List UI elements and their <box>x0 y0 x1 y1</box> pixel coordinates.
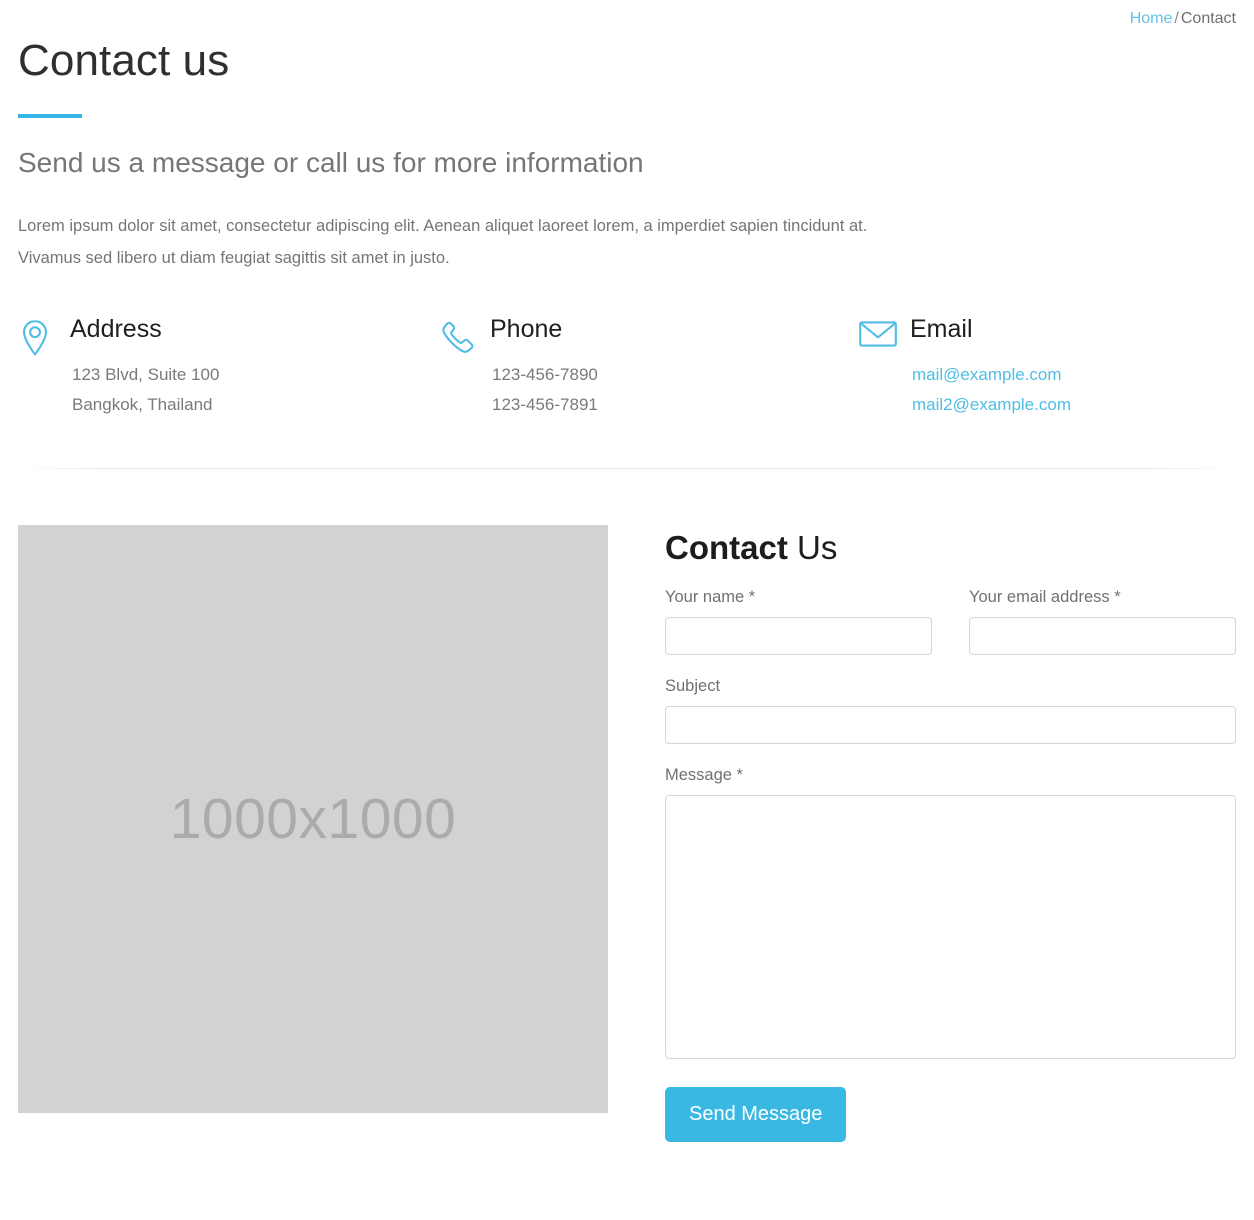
contact-info-phone: Phone 123-456-7890 123-456-7891 <box>438 316 858 420</box>
intro-paragraph: Lorem ipsum dolor sit amet, consectetur … <box>18 216 868 267</box>
label-your-email: Your email address * <box>969 588 1121 607</box>
name-email-row: Your name * Your email address * <box>665 564 1236 655</box>
image-column: 1000x1000 <box>18 525 608 1141</box>
contact-info-email-title: Email <box>910 315 973 344</box>
label-subject: Subject <box>665 676 721 695</box>
field-subject: Subject <box>665 655 1236 744</box>
phone-line-1: 123-456-7890 <box>492 364 598 384</box>
contact-info-email: Email mail@example.com mail2@example.com <box>858 316 1236 420</box>
envelope-icon <box>858 316 910 350</box>
placeholder-image-label: 1000x1000 <box>169 787 457 852</box>
contact-info-phone-lines: 123-456-7890 123-456-7891 <box>490 344 858 421</box>
address-line-2: Bangkok, Thailand <box>72 394 213 414</box>
email-link-2[interactable]: mail2@example.com <box>912 390 1236 420</box>
label-message: Message * <box>665 765 743 784</box>
contact-info-row: Address 123 Blvd, Suite 100 Bangkok, Tha… <box>18 274 1236 420</box>
contact-info-email-lines: mail@example.com mail2@example.com <box>910 344 1236 421</box>
field-message: Message * <box>665 744 1236 1059</box>
contact-info-address-title: Address <box>70 315 162 344</box>
contact-form-title-bold: Contact <box>665 529 788 567</box>
email-link-1[interactable]: mail@example.com <box>912 360 1236 390</box>
contact-info-address-lines: 123 Blvd, Suite 100 Bangkok, Thailand <box>70 344 438 421</box>
placeholder-image: 1000x1000 <box>18 525 608 1114</box>
contact-form: Contact Us Your name * Your email addres… <box>608 525 1236 1142</box>
contact-form-section: 1000x1000 Contact Us Your name * Your em… <box>18 469 1236 1142</box>
address-line-1: 123 Blvd, Suite 100 <box>72 364 220 384</box>
input-your-name[interactable] <box>665 616 932 655</box>
contact-info-address-body: Address 123 Blvd, Suite 100 Bangkok, Tha… <box>70 316 438 420</box>
contact-info-address: Address 123 Blvd, Suite 100 Bangkok, Tha… <box>18 316 438 420</box>
page-title: Contact us <box>18 36 230 85</box>
submit-row: Send Message <box>665 1059 1236 1142</box>
field-your-name: Your name * <box>665 588 932 655</box>
contact-form-title: Contact Us <box>665 525 1236 564</box>
contact-info-email-body: Email mail@example.com mail2@example.com <box>910 316 1236 420</box>
label-your-name: Your name * <box>665 588 756 607</box>
input-message[interactable] <box>665 794 1236 1059</box>
page-container: Contact us Send us a message or call us … <box>18 0 1236 1142</box>
phone-line-2: 123-456-7891 <box>492 394 598 414</box>
map-pin-icon <box>18 316 70 358</box>
page-subheading: Send us a message or call us for more in… <box>18 147 644 179</box>
send-message-button[interactable]: Send Message <box>665 1086 847 1142</box>
contact-info-phone-body: Phone 123-456-7890 123-456-7891 <box>490 316 858 420</box>
input-subject[interactable] <box>665 705 1236 744</box>
contact-form-title-light: Us <box>787 529 838 567</box>
phone-icon <box>438 316 490 358</box>
field-your-email: Your email address * <box>969 588 1236 655</box>
contact-info-phone-title: Phone <box>490 315 563 344</box>
input-your-email[interactable] <box>969 616 1236 655</box>
